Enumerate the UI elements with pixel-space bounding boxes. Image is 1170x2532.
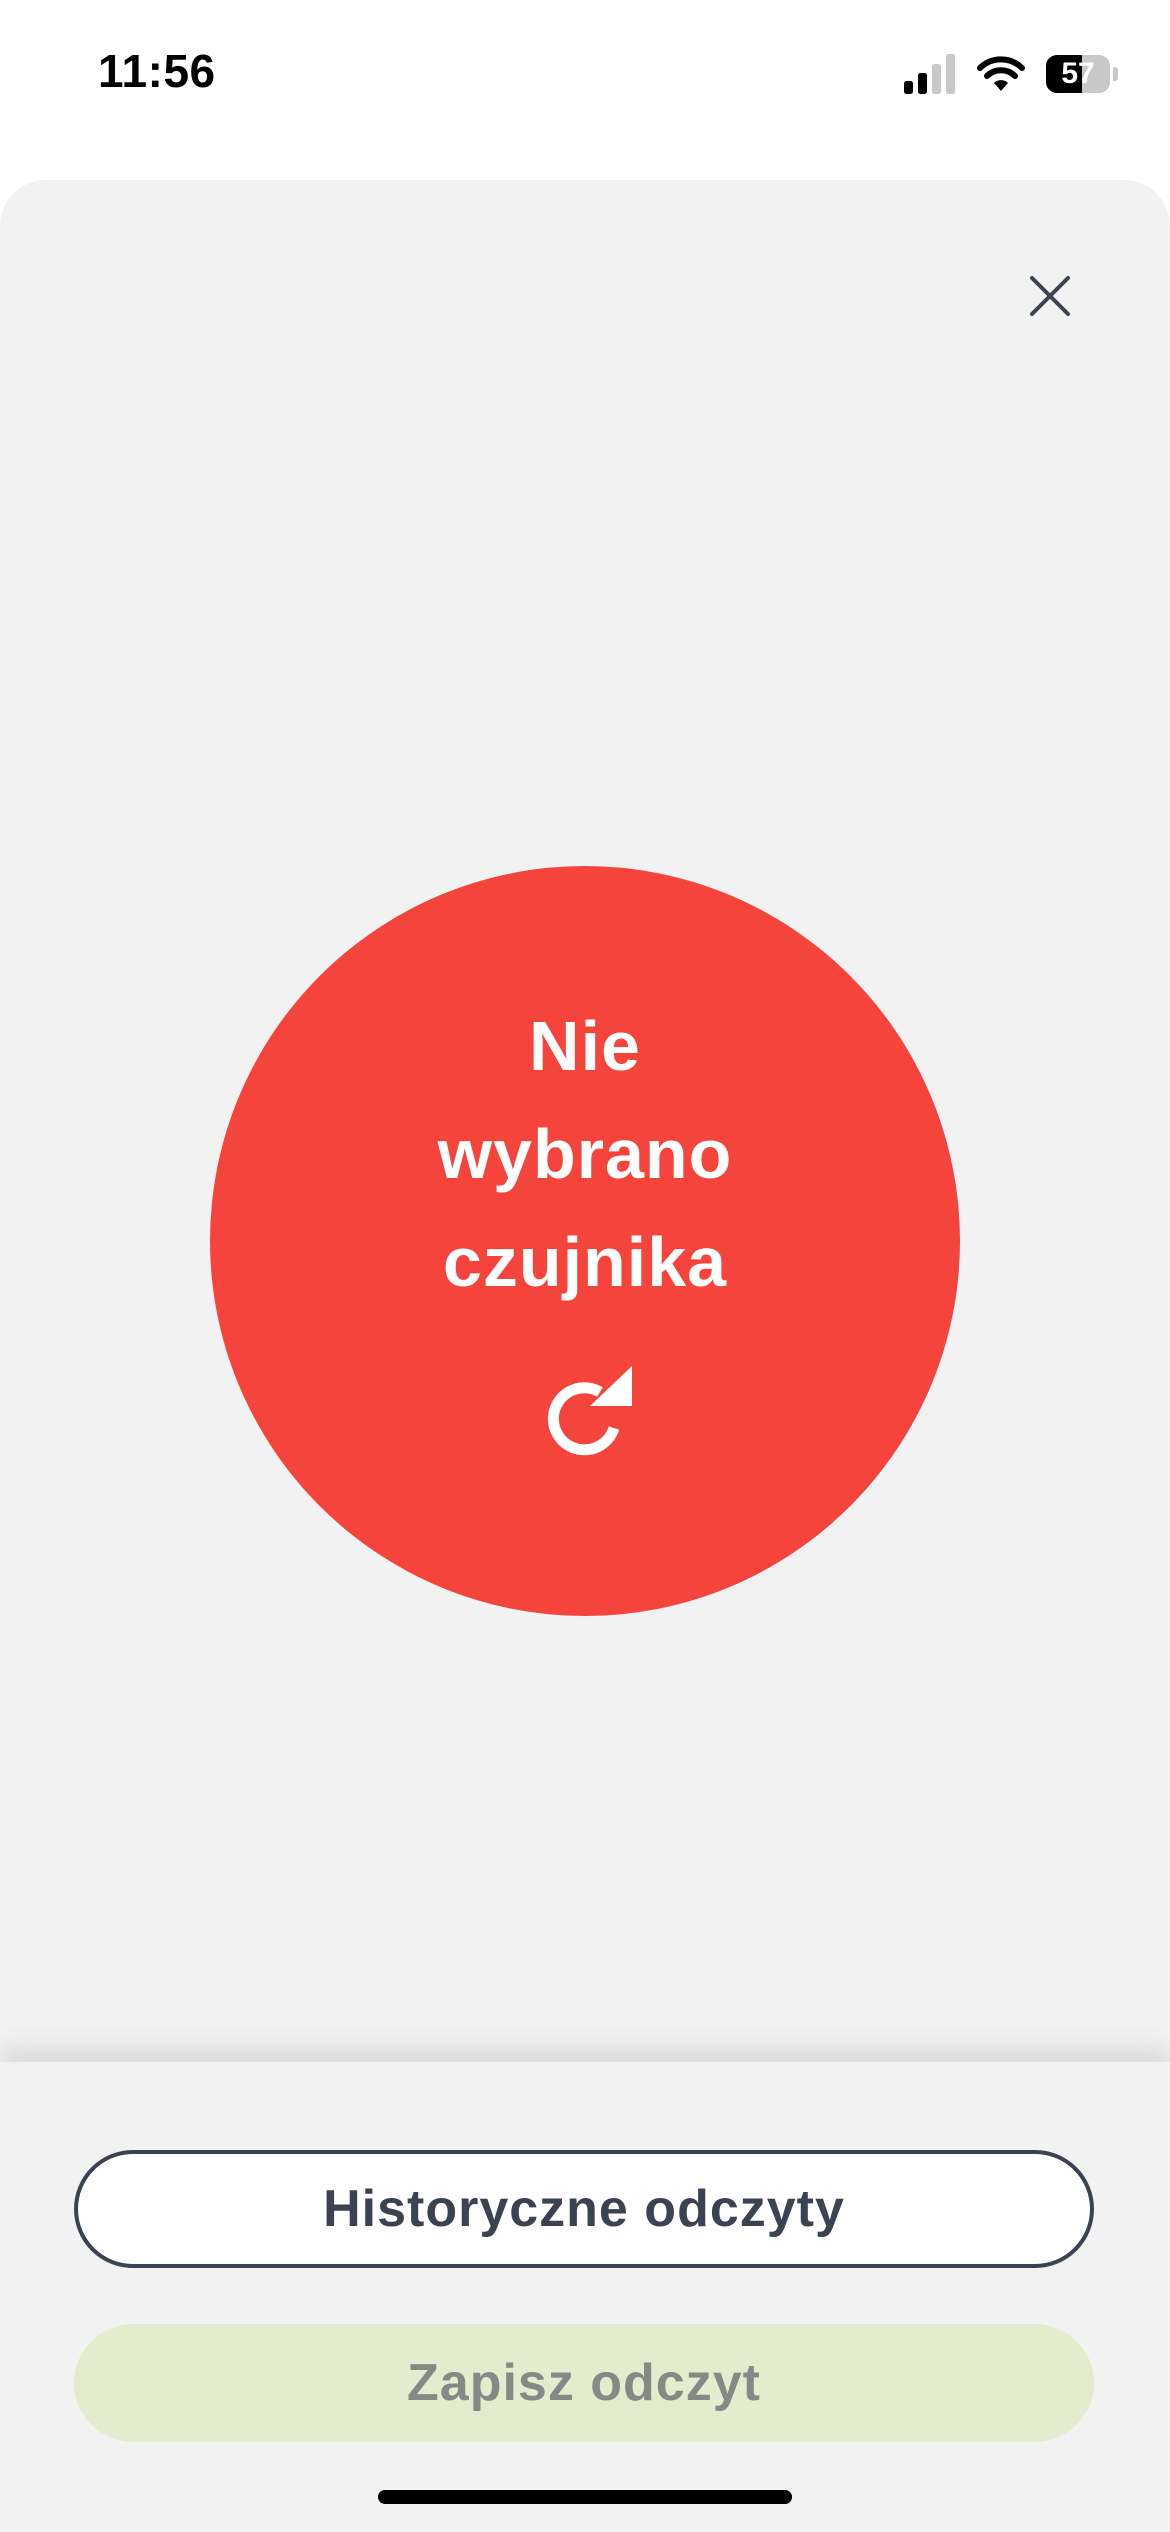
status-icons: 57	[904, 50, 1118, 98]
battery-icon: 57	[1046, 55, 1118, 93]
save-reading-button[interactable]: Zapisz odczyt	[74, 2324, 1094, 2442]
battery-cap	[1113, 67, 1118, 81]
sensor-status-message: Nie wybrano czujnika	[437, 1007, 733, 1301]
battery-level: 57	[1061, 57, 1095, 90]
historical-readings-button[interactable]: Historyczne odczyty	[74, 2150, 1094, 2268]
close-button[interactable]	[1014, 260, 1086, 332]
home-indicator	[378, 2490, 792, 2504]
wifi-icon	[977, 56, 1025, 91]
close-icon	[1030, 276, 1070, 316]
status-time: 11:56	[98, 45, 216, 97]
signal-icon	[904, 54, 955, 94]
status-bar: 11:56 57	[0, 0, 1170, 150]
refresh-icon[interactable]	[532, 1366, 638, 1472]
sensor-status-circle[interactable]: Nie wybrano czujnika	[210, 866, 960, 1616]
bottom-action-panel: Historyczne odczyty Zapisz odczyt	[0, 2062, 1170, 2532]
